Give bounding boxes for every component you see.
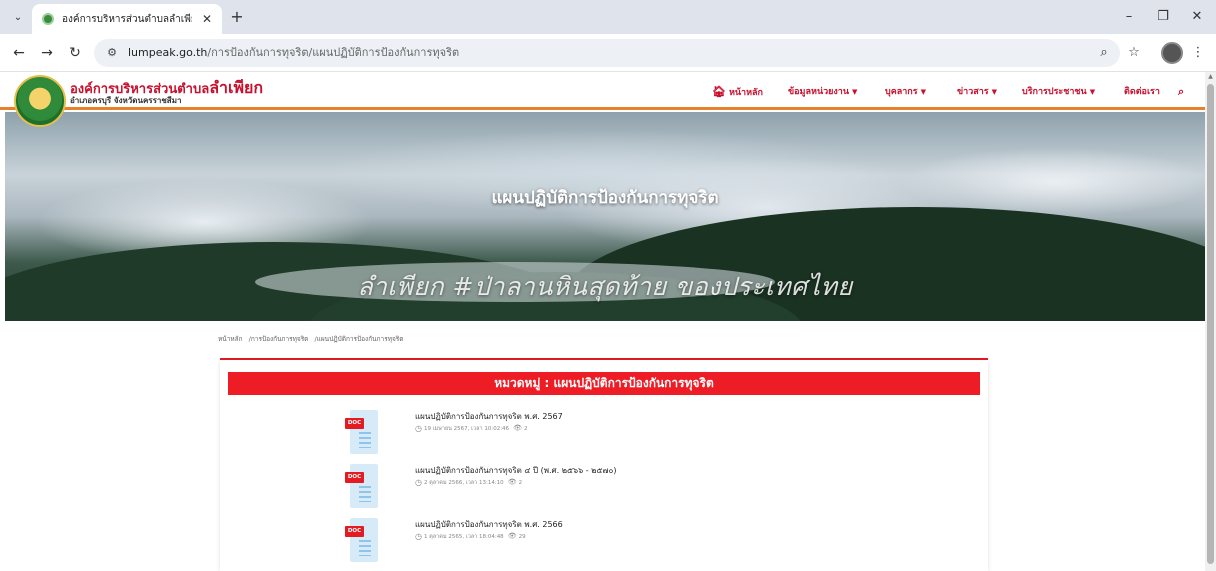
scroll-up-icon[interactable]: ▲ — [1207, 74, 1214, 80]
caret-down-icon: ▼ — [1089, 88, 1096, 96]
document-meta: ◷ 19 เมษายน 2567, เวลา 10:02:46 👁︎ 2 — [415, 423, 527, 434]
tab-close-icon[interactable]: ✕ — [199, 11, 215, 27]
menu-icon[interactable]: ⋮ — [1188, 43, 1208, 63]
restore-icon[interactable]: ❐ — [1154, 8, 1172, 26]
document-date: 19 เมษายน 2567, เวลา 10:02:46 — [423, 426, 510, 432]
list-item[interactable]: DOC แผนปฏิบัติการป้องกันการทุจริต ๔ ปี (… — [345, 464, 795, 512]
site-favicon-icon — [42, 13, 54, 25]
list-item[interactable]: DOC แผนปฏิบัติการป้องกันการทุจริต พ.ศ. 2… — [345, 518, 795, 566]
site-header: องค์การบริหารส่วนตำบลลำเพียก อำเภอครบุรี… — [0, 72, 1205, 110]
doc-file-icon: DOC — [345, 518, 379, 562]
clock-icon: ◷ — [415, 424, 422, 433]
nav-label: ติดต่อเรา — [1124, 87, 1160, 97]
nav-public-services[interactable]: บริการประชาชน ▼ — [1022, 85, 1095, 99]
breadcrumb: หน้าหลัก /การป้องกันการทุจริต /แผนปฏิบัต… — [218, 334, 408, 344]
breadcrumb-section[interactable]: /การป้องกันการทุจริต — [249, 335, 309, 343]
document-date: 1 ตุลาคม 2565, เวลา 18:04:48 — [423, 534, 504, 540]
nav-news[interactable]: ข่าวสาร ▼ — [957, 85, 997, 99]
page-scrollbar[interactable]: ▲ — [1205, 72, 1216, 571]
page-title: แผนปฏิบัติการป้องกันการทุจริต — [491, 188, 719, 208]
breadcrumb-home[interactable]: หน้าหลัก — [218, 335, 243, 343]
minimize-icon[interactable]: – — [1120, 8, 1138, 26]
clock-icon: ◷ — [415, 478, 422, 487]
nav-personnel[interactable]: บุคลากร ▼ — [885, 85, 926, 99]
scrollbar-thumb[interactable] — [1207, 84, 1214, 564]
caret-down-icon: ▼ — [920, 88, 926, 96]
url-host: lumpeak.go.th — [128, 46, 208, 59]
caret-down-icon: ▼ — [991, 88, 998, 96]
nav-organization[interactable]: ข้อมูลหน่วยงาน ▼ — [788, 85, 857, 99]
content-card: หมวดหมู่ : แผนปฏิบัติการป้องกันการทุจริต… — [220, 360, 988, 571]
organization-logo[interactable] — [14, 75, 66, 127]
profile-avatar[interactable] — [1161, 42, 1183, 64]
nav-label: บริการประชาชน — [1022, 87, 1087, 97]
category-banner: หมวดหมู่ : แผนปฏิบัติการป้องกันการทุจริต — [228, 372, 980, 395]
nav-contact[interactable]: ติดต่อเรา — [1124, 85, 1160, 99]
caret-down-icon: ▼ — [852, 88, 858, 96]
url-text[interactable]: lumpeak.go.th/การป้องกันการทุจริต/แผนปฏิ… — [128, 45, 459, 61]
forward-icon[interactable]: → — [38, 44, 56, 62]
breadcrumb-current: /แผนปฏิบัติการป้องกันการทุจริต — [314, 335, 404, 343]
zoom-icon[interactable]: ⌕ — [1094, 43, 1114, 63]
eye-icon: 👁︎ — [507, 478, 517, 486]
url-path: /การป้องกันการทุจริต/แผนปฏิบัติการป้องกั… — [207, 46, 460, 59]
document-views: 29 — [518, 534, 526, 540]
doc-badge: DOC — [345, 526, 364, 537]
site-info-icon[interactable]: ⚙ — [104, 45, 120, 61]
doc-file-icon: DOC — [345, 464, 379, 508]
clock-icon: ◷ — [415, 532, 422, 541]
list-item[interactable]: DOC แผนปฏิบัติการป้องกันการทุจริต พ.ศ. 2… — [345, 410, 795, 458]
eye-icon: 👁︎ — [513, 424, 522, 432]
brand-name: ลำเพียก — [209, 78, 264, 97]
hero-slogan: ลำเพียก #ป่าลานหินสุดท้าย ของประเทศไทย — [357, 272, 853, 301]
doc-badge: DOC — [345, 418, 364, 429]
tab-dropdown-icon[interactable]: ⌄ — [9, 9, 27, 27]
document-date: 2 ตุลาคม 2566, เวลา 13:14:10 — [423, 480, 504, 486]
document-title[interactable]: แผนปฏิบัติการป้องกันการทุจริต พ.ศ. 2566 — [415, 518, 563, 531]
document-views: 2 — [523, 426, 528, 432]
page-viewport: องค์การบริหารส่วนตำบลลำเพียก อำเภอครบุรี… — [0, 72, 1205, 571]
document-title[interactable]: แผนปฏิบัติการป้องกันการทุจริต พ.ศ. 2567 — [415, 410, 563, 423]
search-icon[interactable]: ⌕ — [1178, 85, 1184, 99]
eye-icon: 👁︎ — [507, 532, 517, 540]
nav-label: ข้อมูลหน่วยงาน — [788, 87, 850, 97]
nav-label: บุคลากร — [885, 87, 918, 97]
nav-label: หน้าหลัก — [728, 88, 764, 98]
browser-tab[interactable]: องค์การบริหารส่วนตำบลลำเพียก - อ ✕ — [32, 4, 222, 34]
document-meta: ◷ 1 ตุลาคม 2565, เวลา 18:04:48 👁︎ 29 — [415, 531, 526, 542]
brand-subtitle: อำเภอครบุรี จังหวัดนครราชสีมา — [70, 96, 182, 105]
new-tab-button[interactable]: + — [228, 8, 246, 26]
home-icon: 🏠︎ — [712, 85, 726, 98]
bookmark-star-icon[interactable]: ☆ — [1124, 43, 1144, 63]
document-meta: ◷ 2 ตุลาคม 2566, เวลา 13:14:10 👁︎ 2 — [415, 477, 522, 488]
reload-icon[interactable]: ↻ — [66, 44, 84, 62]
hero-banner: แผนปฏิบัติการป้องกันการทุจริต ลำเพียก #ป… — [5, 112, 1205, 321]
tab-title: องค์การบริหารส่วนตำบลลำเพียก - อ — [62, 14, 192, 25]
browser-tab-bar: ⌄ องค์การบริหารส่วนตำบลลำเพียก - อ ✕ + –… — [0, 0, 1216, 34]
address-bar[interactable]: ⚙ lumpeak.go.th/การป้องกันการทุจริต/แผนป… — [94, 39, 1120, 67]
browser-toolbar: ← → ↻ ⚙ lumpeak.go.th/การป้องกันการทุจริ… — [0, 34, 1216, 72]
nav-home[interactable]: 🏠︎ หน้าหลัก — [712, 85, 763, 99]
back-icon[interactable]: ← — [10, 44, 28, 62]
document-views: 2 — [518, 480, 523, 486]
nav-label: ข่าวสาร — [957, 87, 989, 97]
document-title[interactable]: แผนปฏิบัติการป้องกันการทุจริต ๔ ปี (พ.ศ.… — [415, 464, 617, 477]
close-icon[interactable]: ✕ — [1188, 8, 1206, 26]
doc-file-icon: DOC — [345, 410, 379, 454]
doc-badge: DOC — [345, 472, 364, 483]
